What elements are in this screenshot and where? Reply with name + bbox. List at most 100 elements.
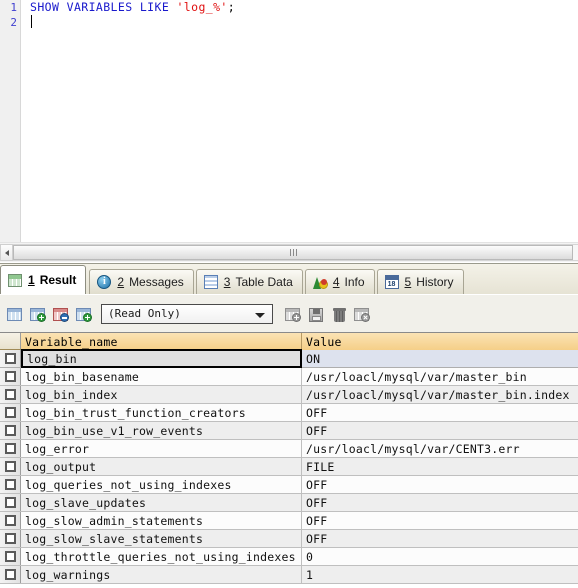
cell-value[interactable]: /usr/loacl/mysql/var/master_bin.index — [302, 386, 578, 403]
table-row[interactable]: log_queries_not_using_indexes OFF — [0, 476, 578, 494]
row-select-cell[interactable] — [0, 440, 21, 457]
editor-horizontal-scrollbar[interactable] — [0, 242, 578, 262]
sql-punct-token: ; — [227, 0, 236, 14]
cell-variable-name[interactable]: log_error — [21, 440, 302, 457]
tab-messages-number: 2 — [117, 275, 125, 289]
scrollbar-track[interactable] — [13, 244, 578, 261]
cell-value[interactable]: 1 — [302, 566, 578, 583]
cell-variable-name[interactable]: log_slow_admin_statements — [21, 512, 302, 529]
select-all-cell[interactable] — [0, 333, 21, 349]
insert-row-button[interactable] — [282, 304, 302, 324]
result-pane-tabbar: 1 Result i 2 Messages 3 Table Data 4 Inf… — [0, 263, 578, 294]
cell-value[interactable]: FILE — [302, 458, 578, 475]
table-row[interactable]: log_slow_slave_statements OFF — [0, 530, 578, 548]
table-icon — [203, 274, 219, 290]
delete-row-button[interactable] — [328, 304, 348, 324]
cell-variable-name[interactable]: log_bin_index — [21, 386, 302, 403]
cell-variable-name[interactable]: log_bin_trust_function_creators — [21, 404, 302, 421]
row-select-cell[interactable] — [0, 386, 21, 403]
cell-variable-name[interactable]: log_queries_not_using_indexes — [21, 476, 302, 493]
column-header-variable-name[interactable]: Variable_name — [21, 333, 302, 350]
cell-value[interactable]: OFF — [302, 422, 578, 439]
cell-variable-name[interactable]: log_slow_slave_statements — [21, 530, 302, 547]
cell-value[interactable]: OFF — [302, 530, 578, 547]
cell-variable-name[interactable]: log_bin — [21, 349, 302, 368]
cell-value[interactable]: OFF — [302, 404, 578, 421]
table-row[interactable]: log_error/usr/loacl/mysql/var/CENT3.err — [0, 440, 578, 458]
cell-value[interactable]: /usr/loacl/mysql/var/master_bin — [302, 368, 578, 385]
tab-result[interactable]: 1 Result — [0, 265, 87, 294]
cell-variable-name[interactable]: log_bin_basename — [21, 368, 302, 385]
scroll-left-button[interactable] — [0, 244, 13, 261]
checkbox-icon[interactable] — [4, 515, 16, 526]
sql-code-area[interactable]: SHOW VARIABLES LIKE 'log_%'; — [22, 0, 578, 242]
table-row[interactable]: log_bin ON — [0, 349, 578, 368]
checkbox-icon[interactable] — [4, 443, 16, 454]
column-header-value[interactable]: Value — [302, 333, 578, 350]
table-row[interactable]: log_slave_updates OFF — [0, 494, 578, 512]
duplicate-record-button[interactable] — [73, 304, 93, 324]
checkbox-icon[interactable] — [4, 533, 16, 544]
checkbox-icon[interactable] — [4, 497, 16, 508]
checkbox-icon[interactable] — [4, 461, 16, 472]
tab-history[interactable]: 18 5 History — [376, 269, 464, 294]
cell-variable-name[interactable]: log_warnings — [21, 566, 302, 583]
row-select-cell[interactable] — [0, 476, 21, 493]
tab-info[interactable]: 4 Info — [304, 269, 375, 294]
row-select-cell[interactable] — [0, 530, 21, 547]
row-select-cell[interactable] — [0, 350, 21, 367]
table-row[interactable]: log_output FILE — [0, 458, 578, 476]
table-row[interactable]: log_warnings 1 — [0, 566, 578, 584]
checkbox-icon[interactable] — [4, 389, 16, 400]
cell-value[interactable]: 0 — [302, 548, 578, 565]
row-select-cell[interactable] — [0, 548, 21, 565]
cell-value[interactable]: OFF — [302, 476, 578, 493]
cell-value[interactable]: ON — [302, 350, 578, 367]
tab-messages-label: Messages — [129, 275, 184, 289]
text-caret — [31, 15, 32, 28]
tab-messages[interactable]: i 2 Messages — [89, 269, 194, 294]
row-select-cell[interactable] — [0, 422, 21, 439]
table-row[interactable]: log_bin_index/usr/loacl/mysql/var/master… — [0, 386, 578, 404]
cell-value[interactable]: OFF — [302, 512, 578, 529]
table-row[interactable]: log_throttle_queries_not_using_indexes 0 — [0, 548, 578, 566]
tab-info-number: 4 — [332, 275, 340, 289]
edit-record-button[interactable] — [50, 304, 70, 324]
row-select-cell[interactable] — [0, 494, 21, 511]
row-select-cell[interactable] — [0, 566, 21, 583]
checkbox-icon[interactable] — [4, 425, 16, 436]
row-select-cell[interactable] — [0, 458, 21, 475]
row-select-cell[interactable] — [0, 404, 21, 421]
add-record-button[interactable] — [27, 304, 47, 324]
edit-mode-value: (Read Only) — [108, 307, 181, 320]
scrollbar-thumb[interactable] — [13, 245, 573, 260]
table-row[interactable]: log_slow_admin_statements OFF — [0, 512, 578, 530]
row-select-cell[interactable] — [0, 512, 21, 529]
cell-value[interactable]: /usr/loacl/mysql/var/CENT3.err — [302, 440, 578, 457]
checkbox-icon[interactable] — [4, 569, 16, 580]
chevron-down-icon[interactable] — [255, 312, 265, 318]
checkbox-icon[interactable] — [4, 353, 16, 364]
cell-value[interactable]: OFF — [302, 494, 578, 511]
checkbox-icon[interactable] — [4, 371, 16, 382]
cancel-edit-button[interactable] — [351, 304, 371, 324]
table-row[interactable]: log_bin_use_v1_row_events OFF — [0, 422, 578, 440]
result-data-grid[interactable]: Variable_name Value log_bin ON log_bin_bas… — [0, 332, 578, 588]
checkbox-icon[interactable] — [4, 479, 16, 490]
save-record-button[interactable] — [305, 304, 325, 324]
cell-variable-name[interactable]: log_output — [21, 458, 302, 475]
cancel-badge-icon — [361, 312, 370, 322]
tab-table-data[interactable]: 3 Table Data — [195, 269, 303, 294]
checkbox-icon[interactable] — [4, 407, 16, 418]
table-row[interactable]: log_bin_basename/usr/loacl/mysql/var/mas… — [0, 368, 578, 386]
edit-mode-select[interactable]: (Read Only) — [101, 303, 273, 324]
row-select-cell[interactable] — [0, 368, 21, 385]
cell-variable-name[interactable]: log_throttle_queries_not_using_indexes — [21, 548, 302, 565]
sql-editor[interactable]: 1 2 SHOW VARIABLES LIKE 'log_%'; — [0, 0, 578, 242]
table-row[interactable]: log_bin_trust_function_creators OFF — [0, 404, 578, 422]
cell-variable-name[interactable]: log_bin_use_v1_row_events — [21, 422, 302, 439]
checkbox-icon[interactable] — [4, 551, 16, 562]
line-number: 1 — [10, 1, 17, 14]
cell-variable-name[interactable]: log_slave_updates — [21, 494, 302, 511]
view-grid-button[interactable] — [4, 304, 24, 324]
